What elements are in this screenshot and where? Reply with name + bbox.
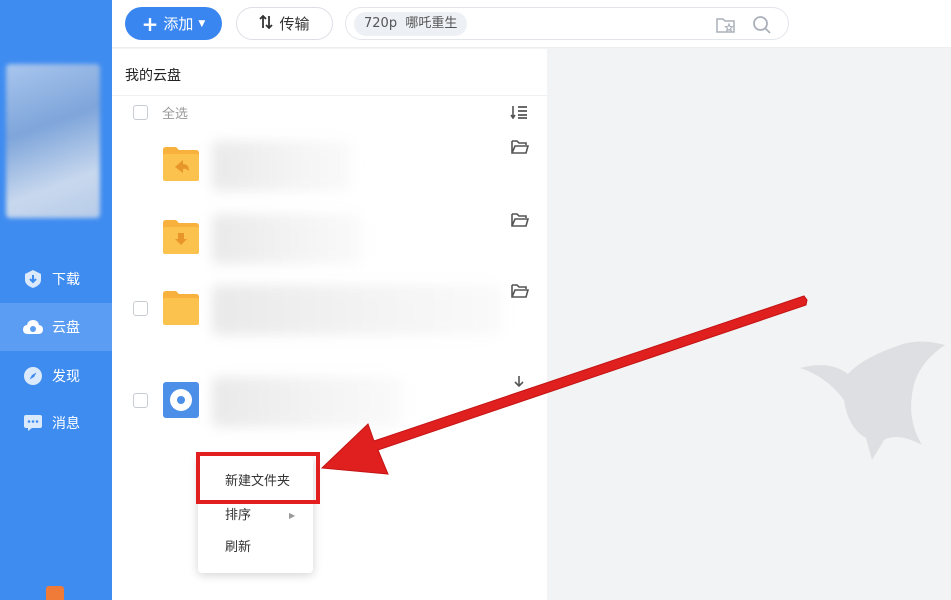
breadcrumb: 我的云盘 [125,68,181,84]
user-avatar[interactable] [6,64,100,218]
divider [112,95,547,96]
sidebar-item-label: 发现 [52,369,80,385]
folder-share-icon [163,146,199,181]
plus-icon: + [141,11,159,36]
menu-item-label: 排序 [225,508,252,523]
bird-watermark-icon [800,341,945,460]
sidebar-item-messages[interactable]: 消息 [0,399,112,447]
highlight-box [196,452,320,504]
sort-icon[interactable] [510,104,528,123]
open-folder-icon[interactable] [511,212,530,231]
open-folder-icon[interactable] [511,283,530,302]
menu-item-refresh[interactable]: 刷新 [198,532,313,564]
disc-file-icon [163,382,199,418]
gift-icon[interactable] [46,586,64,600]
cloud-icon [22,316,44,338]
select-all-label: 全选 [162,107,189,122]
add-button[interactable]: + 添加 ▼ [125,7,222,40]
file-name-blurred [212,377,402,427]
sidebar-item-label: 下载 [52,272,80,288]
add-button-label: 添加 [163,15,194,33]
list-item[interactable] [112,367,547,437]
search-bar[interactable]: 720p 哪吒重生 [345,7,789,40]
compass-icon [22,365,44,387]
transfer-arrows-icon [259,14,274,33]
top-toolbar: + 添加 ▼ 传输 720p 哪吒重生 [112,0,951,48]
sidebar-item-download[interactable]: 下载 [0,255,112,303]
file-name-blurred [212,214,362,264]
search-icon[interactable] [752,15,772,35]
file-panel: 我的云盘 全选 [112,49,547,600]
menu-item-label: 刷新 [225,540,252,555]
message-icon [22,412,44,434]
search-tag[interactable]: 720p 哪吒重生 [354,12,468,36]
folder-download-icon [163,219,199,254]
file-name-blurred [212,285,502,335]
caret-down-icon: ▼ [198,18,206,29]
file-name-blurred [212,141,352,191]
folder-icon [163,290,199,325]
sidebar: 下载 云盘 发现 消息 [0,0,112,600]
download-shield-icon [22,268,44,290]
list-item[interactable] [112,131,547,201]
open-folder-icon[interactable] [511,139,530,158]
transfer-button[interactable]: 传输 [236,7,333,40]
sidebar-item-cloud[interactable]: 云盘 [0,303,112,351]
row-checkbox[interactable] [133,301,148,316]
select-all-checkbox[interactable] [133,105,148,120]
sidebar-item-label: 云盘 [52,320,80,336]
menu-item-sort[interactable]: 排序 ▶ [198,500,313,532]
search-query: 哪吒重生 [405,16,458,31]
submenu-arrow-icon: ▶ [289,511,296,520]
search-tag-resolution: 720p [364,16,398,31]
sidebar-item-label: 消息 [52,416,80,432]
list-item[interactable] [112,275,547,345]
row-checkbox[interactable] [133,393,148,408]
list-item[interactable] [112,204,547,274]
transfer-button-label: 传输 [279,15,310,33]
select-all-row: 全选 [133,103,188,122]
sidebar-item-discover[interactable]: 发现 [0,352,112,400]
folder-star-icon[interactable] [716,15,736,35]
download-icon[interactable] [511,375,527,395]
